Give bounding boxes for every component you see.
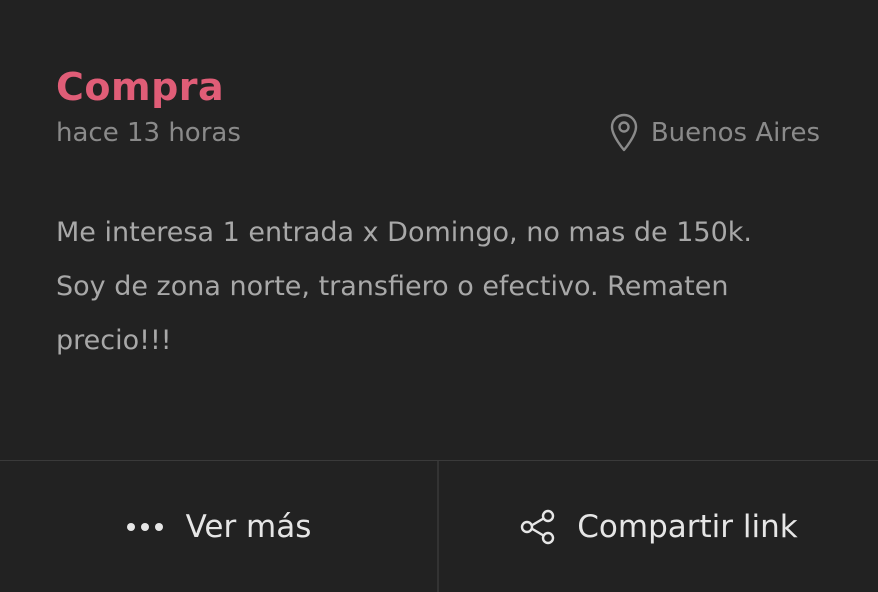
share-icon	[519, 509, 557, 545]
posted-time: hace 13 horas	[56, 118, 241, 148]
map-pin-icon	[609, 112, 639, 154]
see-more-label: Ver más	[185, 508, 312, 545]
description-line: Me interesa 1 entrada x Domingo, no mas …	[56, 217, 753, 248]
share-link-button[interactable]: Compartir link	[439, 461, 878, 592]
location-text: Buenos Aires	[650, 118, 820, 148]
description-line: Soy de zona norte, transfiero o efectivo…	[56, 271, 729, 302]
share-link-label: Compartir link	[577, 508, 798, 545]
more-horizontal-icon	[126, 521, 166, 533]
location: Buenos Aires	[609, 112, 820, 154]
listing-description: Me interesa 1 entrada x Domingo, no mas …	[56, 206, 796, 368]
listing-type-label: Compra	[56, 65, 225, 109]
listing-card: Compra hace 13 horas Buenos Aires Me int…	[0, 0, 878, 592]
description-line: precio!!!	[56, 325, 172, 356]
see-more-button[interactable]: Ver más	[0, 461, 437, 592]
